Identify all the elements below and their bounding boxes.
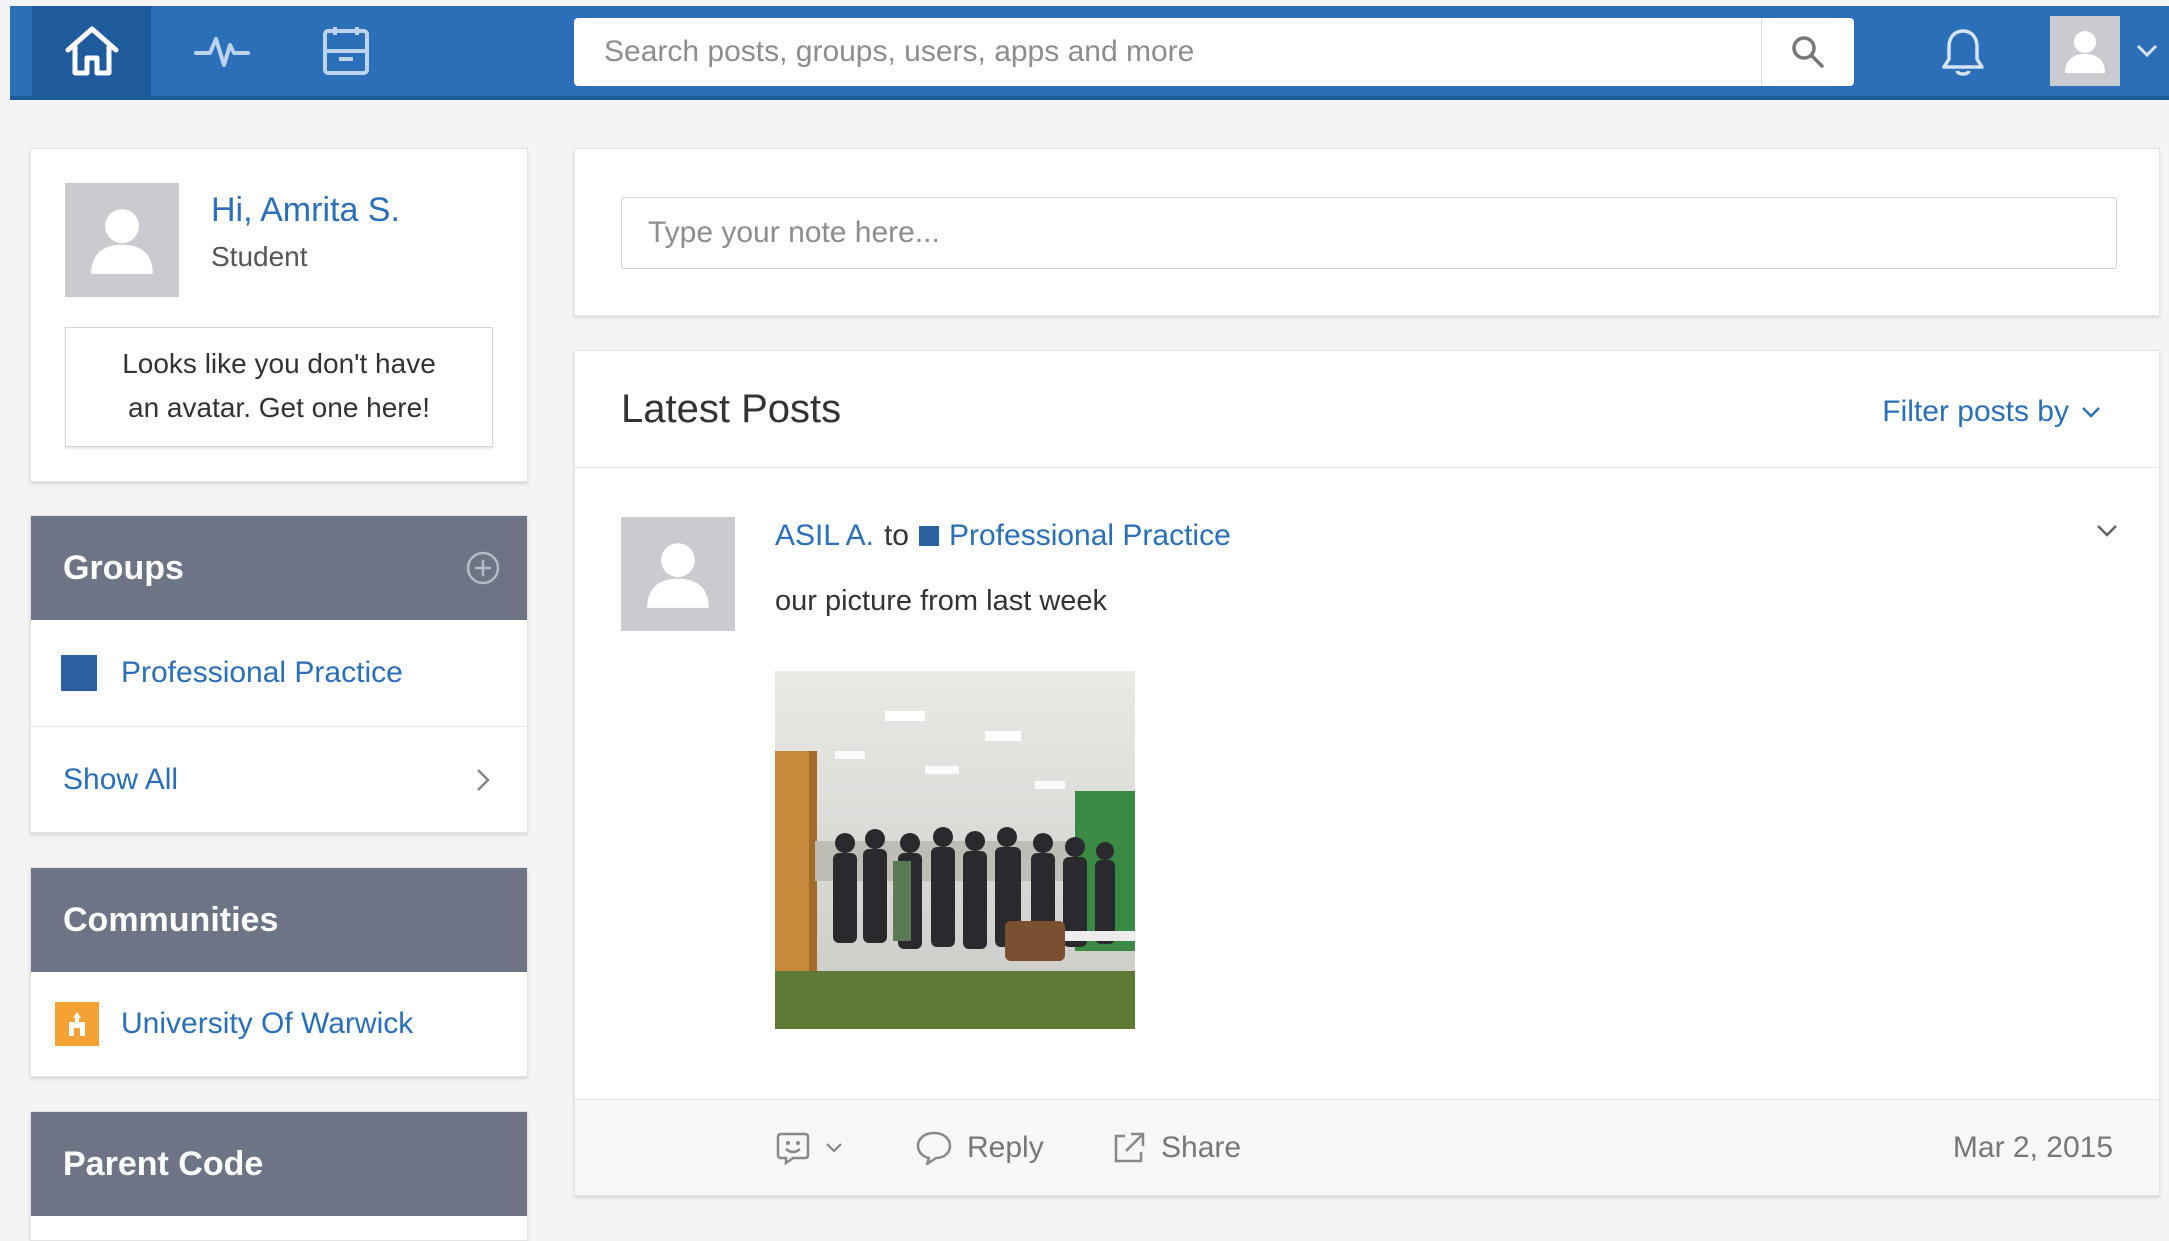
chevron-down-icon bbox=[826, 1143, 842, 1153]
post-body: our picture from last week bbox=[775, 585, 1108, 617]
note-input[interactable] bbox=[621, 197, 2117, 269]
home-button[interactable] bbox=[32, 6, 151, 96]
communities-header: Communities bbox=[31, 868, 527, 972]
chevron-down-icon bbox=[2097, 525, 2117, 537]
search-button[interactable] bbox=[1761, 18, 1854, 86]
activity-button[interactable] bbox=[182, 6, 262, 96]
user-avatar-button[interactable] bbox=[2050, 16, 2120, 86]
user-greeting[interactable]: Hi, Amrita S. bbox=[211, 191, 400, 230]
filter-posts-dropdown[interactable]: Filter posts by bbox=[1882, 395, 2101, 429]
parent-code-header[interactable]: Parent Code bbox=[31, 1112, 527, 1216]
get-avatar-line-1: Looks like you don't have bbox=[122, 348, 436, 379]
share-label: Share bbox=[1161, 1131, 1242, 1164]
group-photo-image bbox=[775, 671, 1135, 1029]
post-footer: Reply Share Mar 2, 2015 bbox=[575, 1099, 2159, 1195]
groups-panel: Groups Professional Practice Show All bbox=[30, 515, 528, 833]
share-button[interactable]: Share bbox=[1111, 1100, 1241, 1196]
latest-posts-card: Latest Posts Filter posts by ASIL A. to … bbox=[574, 350, 2160, 1196]
top-navigation-bar bbox=[10, 0, 2169, 100]
community-item[interactable]: University Of Warwick bbox=[31, 972, 527, 1076]
avatar bbox=[65, 183, 179, 297]
post-photo[interactable] bbox=[775, 671, 1135, 1029]
user-menu-toggle[interactable] bbox=[2132, 36, 2162, 66]
group-item[interactable]: Professional Practice bbox=[31, 620, 527, 726]
chevron-down-icon bbox=[2082, 407, 2100, 418]
pulse-icon bbox=[194, 37, 250, 67]
groups-header: Groups bbox=[31, 516, 527, 620]
user-silhouette-icon bbox=[91, 209, 153, 274]
parent-code-title: Parent Code bbox=[63, 1144, 264, 1183]
latest-posts-title: Latest Posts bbox=[621, 387, 842, 431]
group-color-square bbox=[61, 655, 97, 691]
profile-card: Hi, Amrita S. Student Looks like you don… bbox=[30, 148, 528, 482]
get-avatar-line-2: an avatar. Get one here! bbox=[128, 392, 430, 423]
user-silhouette-icon bbox=[2065, 31, 2105, 73]
post-meta: ASIL A. to Professional Practice bbox=[775, 519, 1231, 553]
parent-code-panel: Parent Code bbox=[30, 1111, 528, 1241]
reply-button[interactable]: Reply bbox=[915, 1100, 1044, 1196]
search-icon bbox=[1792, 36, 1824, 68]
groups-title: Groups bbox=[63, 548, 184, 587]
notifications-button[interactable] bbox=[1928, 18, 1998, 86]
user-role: Student bbox=[211, 241, 308, 272]
post-group-link[interactable]: Professional Practice bbox=[949, 519, 1231, 553]
bell-icon bbox=[1942, 29, 1984, 76]
post-date: Mar 2, 2015 bbox=[1952, 1131, 2113, 1164]
filter-posts-label: Filter posts by bbox=[1882, 395, 2069, 428]
get-avatar-button[interactable]: Looks like you don't have an avatar. Get… bbox=[65, 327, 493, 447]
chevron-down-icon bbox=[2136, 44, 2158, 58]
show-all-label: Show All bbox=[63, 762, 179, 796]
note-composer bbox=[574, 148, 2160, 316]
chevron-right-icon bbox=[477, 768, 490, 791]
page-margin bbox=[0, 0, 10, 1216]
building-icon bbox=[69, 1012, 85, 1036]
speech-bubble-icon bbox=[916, 1131, 952, 1166]
community-icon bbox=[55, 1002, 99, 1046]
planner-icon bbox=[323, 27, 369, 75]
communities-panel: Communities University Of Warwick bbox=[30, 867, 528, 1077]
posts-divider bbox=[575, 467, 2159, 468]
share-icon bbox=[1114, 1132, 1145, 1163]
group-color-square bbox=[918, 526, 939, 546]
post-options-toggle[interactable] bbox=[2095, 523, 2119, 544]
reply-label: Reply bbox=[967, 1131, 1044, 1164]
search-input[interactable] bbox=[574, 18, 1758, 86]
planner-button[interactable] bbox=[306, 6, 386, 96]
post-to-text: to bbox=[883, 519, 909, 552]
communities-title: Communities bbox=[63, 900, 279, 939]
show-all-groups-link[interactable]: Show All bbox=[31, 726, 527, 832]
add-circle-icon[interactable] bbox=[465, 550, 501, 586]
user-silhouette-icon bbox=[647, 543, 709, 608]
post-author-avatar[interactable] bbox=[621, 517, 735, 631]
community-item-label: University Of Warwick bbox=[121, 1007, 414, 1040]
home-icon bbox=[65, 26, 118, 76]
post-author-link[interactable]: ASIL A. bbox=[775, 519, 874, 553]
search-box bbox=[574, 18, 1854, 86]
group-item-label: Professional Practice bbox=[121, 656, 403, 689]
emoji-reaction-icon bbox=[776, 1132, 810, 1166]
reaction-button[interactable] bbox=[775, 1100, 843, 1196]
